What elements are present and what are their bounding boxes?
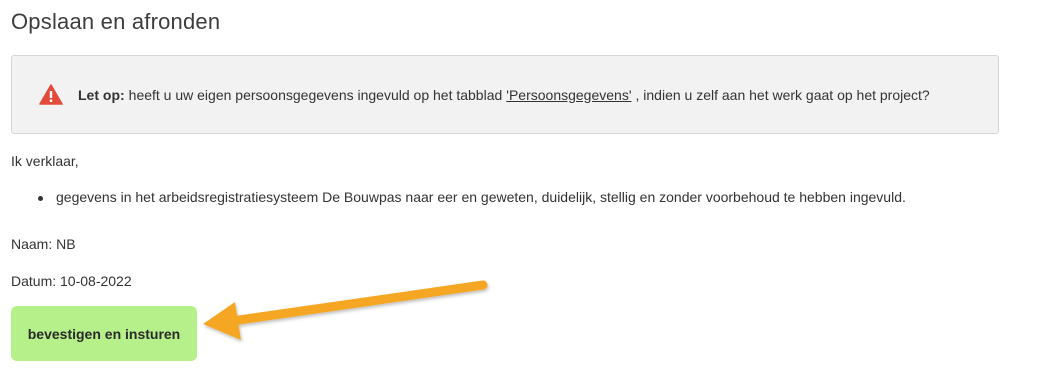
warning-alert: Let op: heeft u uw eigen persoonsgegeven… (11, 55, 999, 134)
date-value: Datum: 10-08-2022 (11, 273, 132, 289)
arrow-icon (203, 280, 488, 340)
warning-icon (39, 84, 63, 105)
declaration-list: gegevens in het arbeidsregistratiesystee… (11, 189, 906, 205)
confirm-submit-button[interactable]: bevestigen en insturen (11, 306, 197, 361)
declaration-intro: Ik verklaar, (11, 153, 79, 169)
alert-text-after: , indien u zelf aan het werk gaat op het… (635, 86, 930, 103)
page-title: Opslaan en afronden (11, 9, 221, 34)
persoonsgegevens-tab-link[interactable]: 'Persoonsgegevens' (506, 87, 631, 103)
name-value: Naam: NB (11, 236, 76, 252)
page: Opslaan en afronden Let op: heeft u uw e… (0, 0, 1041, 371)
list-item: gegevens in het arbeidsregistratiesystee… (11, 189, 906, 205)
alert-label: Let op: (78, 86, 125, 103)
alert-text-before: heeft u uw eigen persoonsgegevens ingevu… (128, 86, 503, 103)
